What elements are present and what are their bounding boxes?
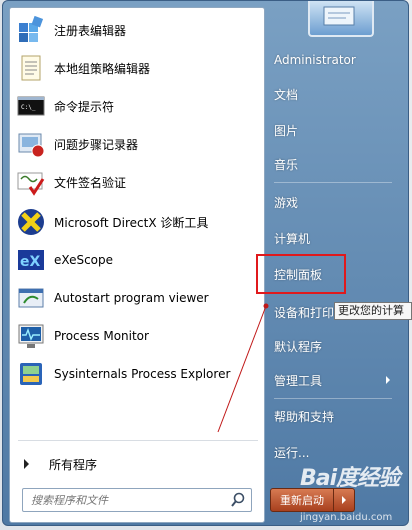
annotation-line [217, 303, 269, 433]
control-panel-tooltip: 更改您的计算 [334, 302, 412, 320]
